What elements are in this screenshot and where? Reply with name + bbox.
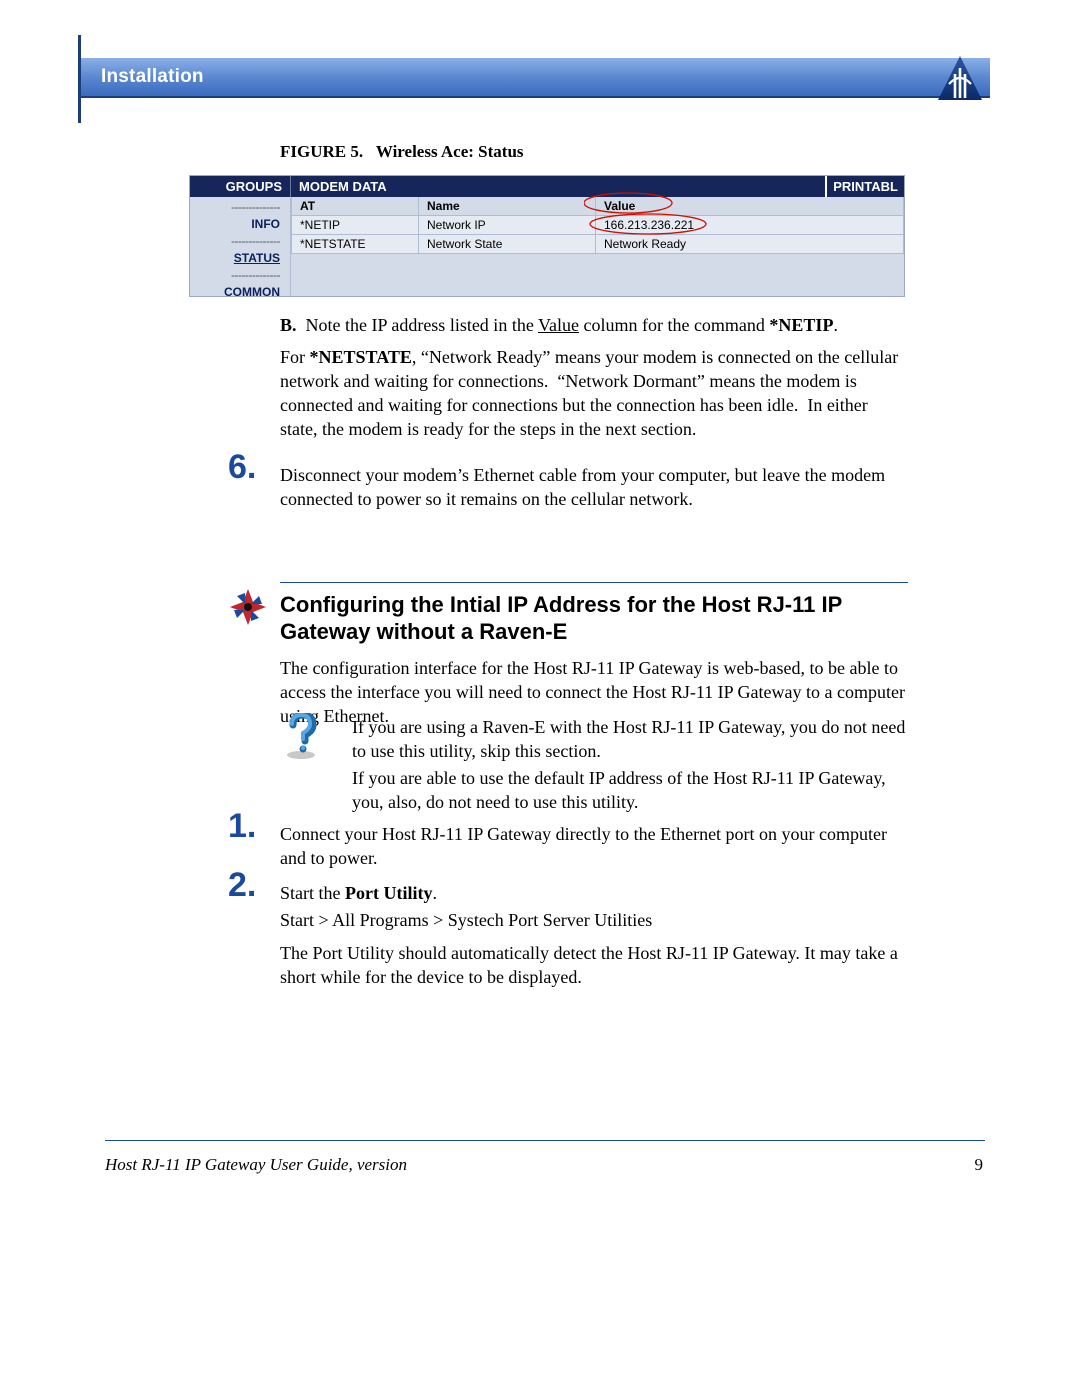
groups-sidebar: -------------- INFO -------------- STATU… — [190, 197, 291, 297]
figure-caption: FIGURE 5. Wireless Ace: Status — [280, 142, 524, 162]
tip-text-1: If you are using a Raven-E with the Host… — [352, 715, 907, 763]
footer-title: Host RJ-11 IP Gateway User Guide, versio… — [105, 1155, 407, 1175]
section-title: Configuring the Intial IP Address for th… — [280, 591, 900, 645]
step-2-line1: Start the Port Utility. — [280, 881, 905, 905]
printable-tab: PRINTABL — [825, 176, 904, 197]
tip-text-2: If you are able to use the default IP ad… — [352, 766, 907, 814]
footer-rule — [105, 1140, 985, 1141]
step-2-number: 2. — [228, 873, 256, 897]
step-6-number: 6. — [228, 455, 256, 479]
sidebar-common: COMMON — [190, 282, 290, 297]
ip-highlight-icon — [588, 212, 718, 236]
company-logo-icon — [935, 54, 985, 109]
sidebar-info: INFO — [190, 214, 290, 231]
chapter-header-bar: Installation — [81, 58, 990, 98]
step-2-line3: The Port Utility should automatically de… — [280, 941, 905, 989]
question-mark-icon — [281, 713, 321, 766]
step-1-text: Connect your Host RJ-11 IP Gateway direc… — [280, 822, 905, 870]
section-icon — [227, 586, 269, 633]
step-1-number: 1. — [228, 814, 256, 838]
groups-tab: GROUPS — [190, 176, 291, 197]
sidebar-status: STATUS — [190, 248, 290, 265]
section-rule — [280, 582, 908, 583]
figure-title: Wireless Ace: Status — [376, 142, 524, 161]
chapter-title: Installation — [81, 66, 204, 88]
page: Installation FIGURE 5. Wireless Ace: Sta… — [0, 0, 1080, 1397]
step-6-text: Disconnect your modem’s Ethernet cable f… — [280, 463, 905, 511]
figure-label: FIGURE 5. — [280, 142, 363, 161]
wireless-ace-screenshot: GROUPS -------------- INFO -------------… — [189, 175, 905, 297]
netstate-paragraph: For *NETSTATE, “Network Ready” means you… — [280, 345, 905, 441]
step-2-line2: Start > All Programs > Systech Port Serv… — [280, 908, 905, 932]
note-b: B. Note the IP address listed in the Val… — [280, 313, 905, 337]
table-row: *NETSTATE Network State Network Ready — [292, 235, 904, 254]
status-table: AT Name Value *NETIP Network IP — [291, 197, 904, 296]
table-row: *NETIP Network IP 166.213.236.221 — [292, 216, 904, 235]
page-number: 9 — [975, 1155, 984, 1175]
